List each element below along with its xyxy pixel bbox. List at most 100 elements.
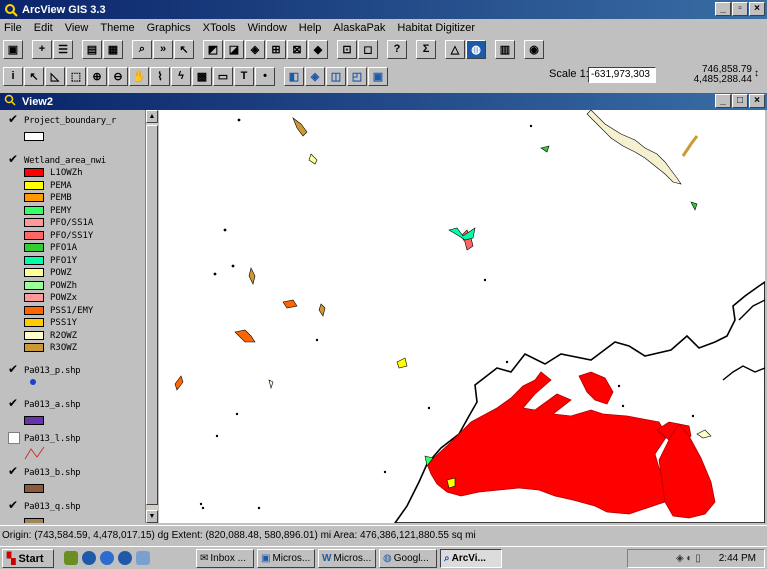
view-icon bbox=[4, 94, 16, 109]
legend-swatch bbox=[24, 193, 44, 202]
theme-properties-button[interactable]: ☰ bbox=[53, 39, 73, 59]
zoom-full-button[interactable]: ◩ bbox=[203, 39, 223, 59]
snap-tool[interactable]: ◧ bbox=[284, 66, 304, 86]
globe-icon[interactable]: ◍ bbox=[466, 39, 486, 59]
wetland-patch bbox=[174, 375, 184, 391]
taskbar-inbox[interactable]: ✉ Inbox ... bbox=[196, 549, 254, 568]
scale-input[interactable]: -631,973,303 bbox=[588, 67, 656, 83]
zoom-out-tool[interactable]: ⊖ bbox=[108, 66, 128, 86]
menu-xtools[interactable]: XTools bbox=[203, 22, 236, 34]
legend-label: POWZh bbox=[50, 280, 78, 291]
zoom-in-fixed-button[interactable]: ⊞ bbox=[266, 39, 286, 59]
region-tool[interactable]: ▣ bbox=[368, 66, 388, 86]
clear-selection-button[interactable]: ◻ bbox=[358, 39, 378, 59]
legend-swatch bbox=[24, 218, 44, 227]
tray-icons[interactable]: ◈ ◐ ▯ bbox=[676, 553, 701, 564]
edit-legend-button[interactable]: ▤ bbox=[82, 39, 102, 59]
menu-edit[interactable]: Edit bbox=[34, 22, 53, 34]
desktop-icon[interactable] bbox=[64, 551, 78, 565]
menu-help[interactable]: Help bbox=[299, 22, 322, 34]
legend-swatch bbox=[24, 330, 44, 340]
layout-button[interactable]: ▥ bbox=[495, 39, 515, 59]
theme-checkbox[interactable]: ✔ bbox=[8, 499, 20, 512]
restore-button[interactable]: ▫ bbox=[732, 2, 748, 16]
view-maximize-button[interactable]: □ bbox=[732, 94, 748, 108]
menu-alaskapak[interactable]: AlaskaPak bbox=[333, 22, 385, 34]
menu-view[interactable]: View bbox=[65, 22, 89, 34]
start-button[interactable]: ▚ Start bbox=[2, 549, 54, 568]
ie-icon[interactable] bbox=[82, 551, 96, 565]
draw-point-tool[interactable]: • bbox=[255, 66, 275, 86]
menu-window[interactable]: Window bbox=[248, 22, 287, 34]
theme-checkbox[interactable] bbox=[8, 432, 20, 444]
zoom-selected-button[interactable]: ◈ bbox=[245, 39, 265, 59]
theme-checkbox[interactable]: ✔ bbox=[8, 113, 20, 126]
hotlink-tool[interactable]: ϟ bbox=[171, 66, 191, 86]
taskbar-microsoft-word[interactable]: W Micros... bbox=[318, 549, 376, 568]
zoom-in-tool[interactable]: ⊕ bbox=[87, 66, 107, 86]
map-point bbox=[235, 412, 239, 416]
scroll-thumb[interactable] bbox=[146, 125, 158, 505]
legend-swatch bbox=[24, 205, 44, 215]
select-feature-tool[interactable]: ⬚ bbox=[66, 66, 86, 86]
find-button[interactable]: ⌕ bbox=[132, 39, 152, 59]
help-button[interactable]: ? bbox=[387, 39, 407, 59]
pointer-tool[interactable]: ↖ bbox=[24, 66, 44, 86]
windows-taskbar: ▚ Start ✉ Inbox ... ▣ Micros... W Micros… bbox=[0, 546, 767, 569]
hotlink-button[interactable]: △ bbox=[445, 39, 465, 59]
scroll-down-arrow[interactable]: ▼ bbox=[146, 510, 158, 523]
view-title: View2 bbox=[22, 95, 53, 108]
legend-swatch bbox=[24, 268, 44, 277]
label-tool[interactable]: ▩ bbox=[192, 66, 212, 86]
network-icon[interactable] bbox=[136, 551, 150, 565]
summarize-button[interactable]: Σ bbox=[416, 39, 436, 59]
pan-tool[interactable]: ✋ bbox=[129, 66, 149, 86]
zoom-previous-button[interactable]: ◆ bbox=[308, 39, 328, 59]
identify-tool-button[interactable]: ◉ bbox=[524, 39, 544, 59]
attributes-button[interactable]: ▦ bbox=[103, 39, 123, 59]
info-tool[interactable]: i bbox=[3, 66, 23, 86]
point-symbol bbox=[30, 379, 36, 385]
legend-label: POWZ bbox=[50, 268, 72, 278]
split-tool[interactable]: ◫ bbox=[326, 66, 346, 86]
wetland-patch bbox=[248, 267, 256, 285]
area-label-tool[interactable]: ▭ bbox=[213, 66, 233, 86]
locate-button[interactable]: » bbox=[153, 39, 173, 59]
legend-label: PEMA bbox=[50, 180, 72, 191]
theme-checkbox[interactable]: ✔ bbox=[8, 465, 20, 478]
media-player-icon[interactable] bbox=[118, 551, 132, 565]
outlook-icon[interactable] bbox=[100, 551, 114, 565]
close-button[interactable]: × bbox=[749, 2, 765, 16]
menu-file[interactable]: File bbox=[4, 22, 22, 34]
minimize-button[interactable]: _ bbox=[715, 2, 731, 16]
add-theme-button[interactable]: + bbox=[32, 39, 52, 59]
legend-swatch bbox=[24, 255, 44, 265]
digitize-tool[interactable]: ◈ bbox=[305, 66, 325, 86]
text-tool[interactable]: T bbox=[234, 66, 254, 86]
union-tool[interactable]: ◰ bbox=[347, 66, 367, 86]
menu-theme[interactable]: Theme bbox=[100, 22, 134, 34]
theme-checkbox[interactable]: ✔ bbox=[8, 363, 20, 376]
vertex-edit-tool[interactable]: ◺ bbox=[45, 66, 65, 86]
map-canvas[interactable] bbox=[159, 110, 765, 523]
query-button[interactable]: ↖ bbox=[174, 39, 194, 59]
measure-tool[interactable]: ⌇ bbox=[150, 66, 170, 86]
menu-graphics[interactable]: Graphics bbox=[147, 22, 191, 34]
view-minimize-button[interactable]: _ bbox=[715, 94, 731, 108]
zoom-out-fixed-button[interactable]: ⊠ bbox=[287, 39, 307, 59]
toc-scrollbar[interactable]: ▲ ▼ bbox=[145, 110, 158, 523]
save-button[interactable]: ▣ bbox=[3, 39, 23, 59]
theme-checkbox[interactable]: ✔ bbox=[8, 397, 20, 410]
view-close-button[interactable]: × bbox=[749, 94, 765, 108]
menu-habitat-digitizer[interactable]: Habitat Digitizer bbox=[397, 22, 475, 34]
select-features-button[interactable]: ⊡ bbox=[337, 39, 357, 59]
scroll-up-arrow[interactable]: ▲ bbox=[146, 110, 158, 123]
status-bar: Origin: (743,584.59, 4,478,017.15) dg Ex… bbox=[0, 525, 767, 544]
taskbar-microsoft-1[interactable]: ▣ Micros... bbox=[257, 549, 315, 568]
system-tray: ◈ ◐ ▯ 2:44 PM bbox=[627, 549, 765, 568]
zoom-active-button[interactable]: ◪ bbox=[224, 39, 244, 59]
taskbar-google[interactable]: ◍ Googl... bbox=[379, 549, 437, 568]
legend-label: POWZx bbox=[50, 293, 78, 303]
theme-checkbox[interactable]: ✔ bbox=[8, 153, 20, 166]
taskbar-arcview[interactable]: ⌕ ArcVi... bbox=[440, 549, 502, 568]
